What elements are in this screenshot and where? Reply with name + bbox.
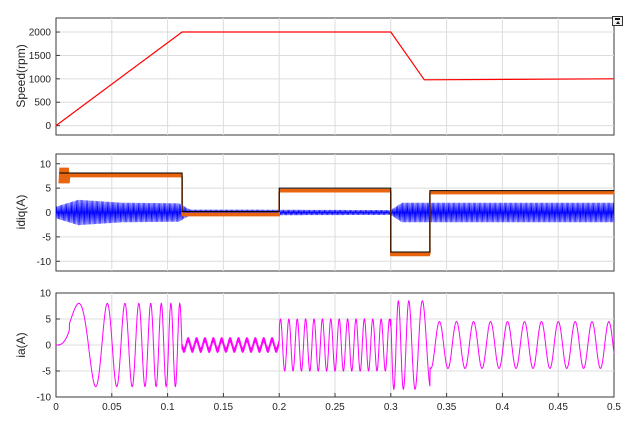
x-tick-label: 0.3	[384, 402, 398, 413]
x-tick-label: 0.05	[102, 402, 122, 413]
speed-y-label: Speed(rpm)	[14, 44, 28, 107]
x-tick-label: 0.25	[325, 402, 345, 413]
x-tick-label: 0.1	[161, 402, 175, 413]
idiq-subplot: -10 -5 0 5 10 idiq(A)	[14, 153, 615, 272]
x-tick-label: 0.5	[607, 402, 621, 413]
speed-y-ticks: 0 500 1000 1500 2000	[29, 28, 60, 132]
x-tick-label: 0.2	[272, 402, 286, 413]
y-tick-label: -10	[37, 257, 52, 268]
y-tick-label: -10	[37, 393, 52, 404]
speed-subplot: 0 500 1000 1500 2000 Speed(rpm)	[14, 17, 615, 136]
undock-figure-icon[interactable]	[612, 16, 623, 26]
y-tick-label: 0	[45, 208, 51, 219]
y-tick-label: 10	[40, 159, 52, 170]
x-tick-label: 0.35	[437, 402, 457, 413]
y-tick-label: 500	[34, 98, 51, 109]
ia-y-label: ia(A)	[14, 332, 28, 357]
y-tick-label: 0	[45, 341, 51, 352]
x-tick-label: 0.15	[214, 402, 234, 413]
x-tick-label: 0	[53, 402, 59, 413]
y-tick-label: 2000	[29, 28, 52, 39]
y-tick-label: 10	[40, 289, 52, 300]
idiq-y-label: idiq(A)	[14, 195, 28, 230]
x-tick-label: 0.4	[495, 402, 509, 413]
figure-canvas: 0500100015002000 Speed(rpm) -10-50510 id…	[14, 17, 621, 414]
y-tick-label: 1500	[29, 51, 52, 62]
y-tick-label: 5	[45, 184, 51, 195]
y-tick-label: 5	[45, 315, 51, 326]
y-tick-label: -5	[42, 367, 51, 378]
y-tick-label: -5	[42, 232, 51, 243]
y-tick-label: 0	[45, 121, 51, 132]
y-tick-label: 1000	[29, 74, 52, 85]
ia-subplot: -10 -5 0 5 10 0 0.05 0.1 0.15 0.2 0.25 0.3 0.35 0.4 0…	[14, 289, 621, 414]
x-tick-label: 0.45	[548, 402, 568, 413]
